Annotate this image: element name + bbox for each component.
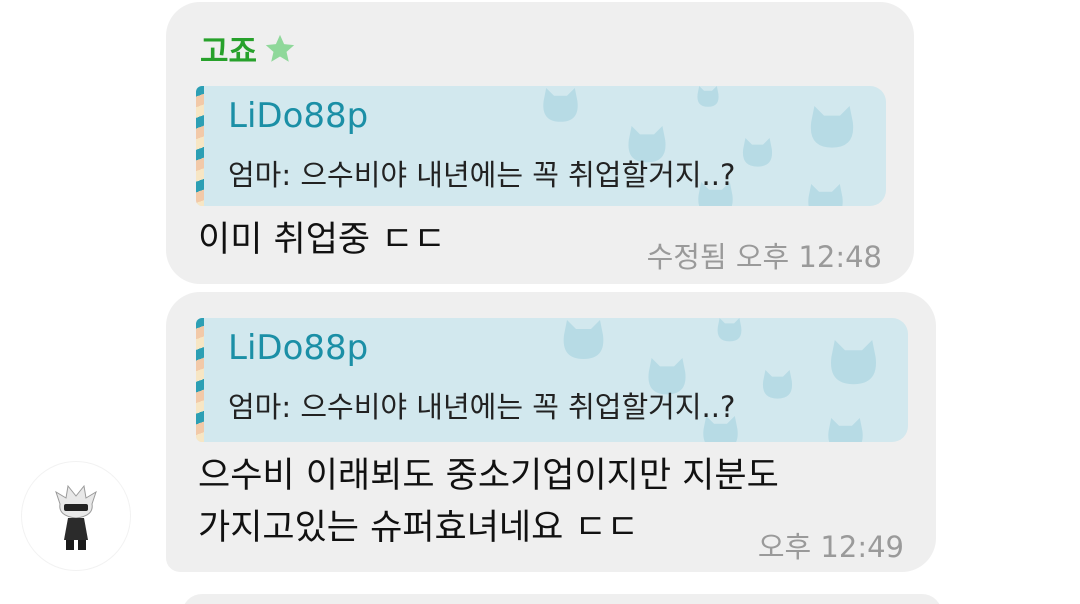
message-bubble[interactable]: 고죠 LiDo88p 엄마: 으수비야 내년에는 꼭 취업할거지..? 이미 취…	[166, 2, 914, 284]
reply-text: 엄마: 으수비야 내년에는 꼭 취업할거지..?	[228, 158, 736, 192]
avatar[interactable]	[22, 462, 130, 570]
star-icon	[265, 34, 295, 62]
reply-quote[interactable]: LiDo88p 엄마: 으수비야 내년에는 꼭 취업할거지..?	[196, 86, 886, 206]
sender-label: 고죠	[200, 34, 258, 70]
reply-author: LiDo88p	[228, 96, 369, 136]
message-bubble[interactable]: LiDo88p 엄마: 으수비야 내년에는 꼭 취업할거지..? 으수비 이래뵈…	[166, 292, 936, 572]
message-text-line: 으수비 이래뵈도 중소기업이지만 지분도	[198, 456, 779, 496]
reply-stripe	[196, 86, 204, 206]
message-timestamp: 수정됨 오후 12:48	[646, 240, 882, 274]
message-text: 이미 취업중 ㄷㄷ	[198, 220, 446, 260]
avatar-character-icon	[55, 484, 97, 550]
message-timestamp: 오후 12:49	[757, 530, 904, 564]
reply-text: 엄마: 으수비야 내년에는 꼭 취업할거지..?	[228, 390, 736, 424]
reply-author: LiDo88p	[228, 328, 369, 368]
sender-name[interactable]: 고죠	[200, 26, 297, 71]
chat-view: 고죠 LiDo88p 엄마: 으수비야 내년에는 꼭 취업할거지..? 이미 취…	[0, 0, 1080, 604]
reply-quote[interactable]: LiDo88p 엄마: 으수비야 내년에는 꼭 취업할거지..?	[196, 318, 908, 442]
reply-stripe	[196, 318, 204, 442]
message-bubble-partial[interactable]	[182, 594, 942, 604]
